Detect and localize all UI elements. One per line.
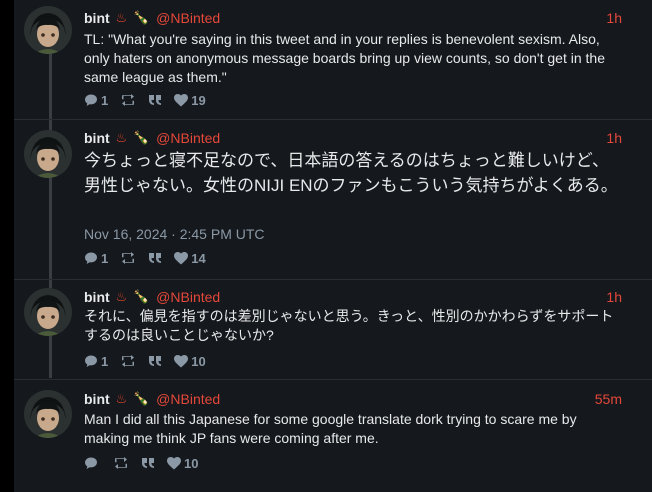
display-name[interactable]: bint — [84, 10, 110, 26]
reply-button[interactable]: 1 — [84, 251, 108, 266]
user-handle[interactable]: @NBinted — [156, 130, 220, 146]
avatar[interactable] — [24, 288, 72, 336]
bottle-emoji: 🍾 — [133, 10, 150, 25]
tweet-time[interactable]: 1h — [606, 288, 622, 306]
like-count: 14 — [191, 250, 206, 266]
user-handle[interactable]: @NBinted — [156, 289, 220, 305]
like-button[interactable]: 14 — [174, 250, 206, 266]
comment-bubble-icon — [85, 457, 97, 469]
heart-icon — [174, 93, 189, 106]
avatar[interactable] — [24, 130, 72, 178]
like-button[interactable]: 10 — [174, 353, 206, 369]
tweet-date[interactable]: Nov 16, 2024 · 2:45 PM UTC — [84, 226, 265, 242]
hot-springs-emoji: ♨ — [115, 289, 128, 304]
reply-button[interactable]: 1 — [84, 93, 108, 108]
tweet-time[interactable]: 55m — [595, 390, 622, 408]
retweet-button[interactable] — [120, 93, 136, 107]
retweet-icon — [122, 94, 135, 106]
tweet-text: Man I did all this Japanese for some goo… — [84, 411, 577, 446]
hot-springs-emoji: ♨ — [115, 10, 128, 25]
tweet[interactable]: bint ♨ 🍾 @NBinted 1h TL: "What you're sa… — [14, 0, 652, 120]
like-button[interactable]: 19 — [174, 92, 206, 108]
tweet-time[interactable]: 1h — [606, 129, 622, 147]
comment-bubble-icon — [85, 252, 97, 264]
quote-button[interactable] — [148, 355, 162, 367]
bottle-emoji: 🍾 — [133, 289, 150, 304]
retweet-button[interactable] — [120, 251, 136, 265]
tweet-time[interactable]: 1h — [606, 9, 622, 27]
tweet-text: 今ちょっと寝不足なので、日本語の答えるのはちょっと難しいけど、男性じゃない。女性… — [84, 151, 618, 195]
bottle-emoji: 🍾 — [133, 130, 150, 145]
display-name[interactable]: bint — [84, 289, 110, 305]
reply-count: 1 — [101, 92, 109, 108]
like-count: 19 — [191, 92, 206, 108]
avatar[interactable] — [24, 6, 72, 54]
hot-springs-emoji: ♨ — [115, 391, 128, 406]
tweet[interactable]: bint ♨ 🍾 @NBinted 55m Man I did all this… — [14, 380, 652, 480]
retweet-icon — [122, 355, 135, 367]
like-count: 10 — [191, 353, 206, 369]
tweet-actions: 10 — [84, 455, 210, 471]
retweet-icon — [122, 252, 135, 264]
quote-button[interactable] — [148, 94, 162, 106]
tweet-text: それに、偏見を指すのは差別じゃないと思う。きっと、性別のかかわらずをサポートする… — [84, 308, 614, 343]
tweet-actions: 1 14 — [84, 250, 218, 266]
tweet[interactable]: bint ♨ 🍾 @NBinted 1h それに、偏見を指すのは差別じゃないと思… — [14, 280, 652, 380]
retweet-button[interactable] — [113, 456, 129, 470]
like-count: 10 — [184, 455, 199, 471]
reply-count: 1 — [101, 250, 109, 266]
bottle-emoji: 🍾 — [133, 391, 150, 406]
quote-icon — [149, 356, 162, 366]
display-name[interactable]: bint — [84, 130, 110, 146]
quote-icon — [149, 253, 162, 263]
heart-icon — [174, 251, 189, 264]
reply-count: 1 — [101, 353, 109, 369]
comment-bubble-icon — [85, 94, 97, 106]
quote-button[interactable] — [148, 252, 162, 264]
tweet-actions: 1 19 — [84, 92, 218, 108]
timeline-panel: bint ♨ 🍾 @NBinted 1h TL: "What you're sa… — [14, 0, 652, 492]
quote-icon — [142, 458, 154, 468]
quote-button[interactable] — [141, 457, 155, 469]
tweet[interactable]: bint ♨ 🍾 @NBinted 1h 今ちょっと寝不足なので、日本語の答える… — [14, 120, 652, 280]
quote-icon — [149, 95, 162, 105]
user-handle[interactable]: @NBinted — [156, 391, 220, 407]
tweet-text: TL: "What you're saying in this tweet an… — [84, 31, 605, 85]
user-handle[interactable]: @NBinted — [156, 10, 220, 26]
avatar[interactable] — [24, 390, 72, 438]
hot-springs-emoji: ♨ — [115, 130, 128, 145]
like-button[interactable]: 10 — [167, 456, 198, 471]
reply-button[interactable] — [84, 456, 101, 470]
tweet-actions: 1 10 — [84, 353, 218, 369]
comment-bubble-icon — [85, 355, 97, 367]
heart-icon — [167, 456, 181, 469]
reply-button[interactable]: 1 — [84, 354, 108, 369]
display-name[interactable]: bint — [84, 391, 110, 407]
retweet-button[interactable] — [120, 354, 136, 368]
retweet-icon — [115, 457, 127, 469]
heart-icon — [174, 354, 189, 367]
